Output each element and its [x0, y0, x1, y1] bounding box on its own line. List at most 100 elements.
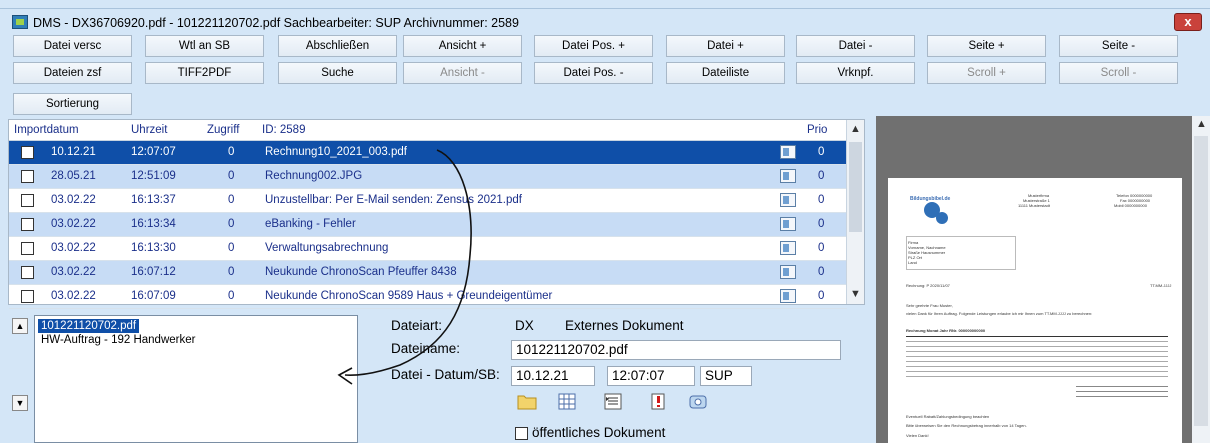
toolbar-button-scroll[interactable]: Scroll + — [927, 62, 1046, 84]
toolbar-button-datei-pos[interactable]: Datei Pos. + — [534, 35, 653, 57]
header-id[interactable]: ID: 2589 — [262, 124, 305, 136]
scroll-thumb[interactable] — [849, 142, 862, 232]
document-type-icon[interactable] — [780, 241, 796, 255]
cell-name: Rechnung10_2021_003.pdf — [265, 146, 407, 158]
toolbar-button-ansicht[interactable]: Ansicht - — [403, 62, 522, 84]
toolbar-button-datei[interactable]: Datei - — [796, 35, 915, 57]
cell-prio: 0 — [818, 218, 825, 230]
preview-date: TT.MM.JJJJ — [1150, 283, 1172, 288]
preview-table-line — [906, 366, 1168, 367]
preview-total-line — [1076, 396, 1168, 397]
file-listbox[interactable]: 101221120702.pdf HW-Auftrag - 192 Handwe… — [34, 315, 358, 443]
cell-prio: 0 — [818, 194, 825, 206]
row-checkbox[interactable] — [21, 266, 34, 279]
header-prio[interactable]: Prio — [807, 124, 827, 136]
toolbar-button-vrknpf[interactable]: Vrknpf. — [796, 62, 915, 84]
toolbar-button-abschließen[interactable]: Abschließen — [278, 35, 397, 57]
toolbar-button-datei-versc[interactable]: Datei versc — [13, 35, 132, 57]
dateiart-label: Dateiart: — [391, 318, 443, 333]
document-type-icon[interactable] — [780, 217, 796, 231]
dateiart-text: Externes Dokument — [565, 318, 684, 333]
cell-access: 0 — [228, 242, 235, 254]
cell-time: 16:13:34 — [131, 218, 176, 230]
toolbar-button-dateien-zsf[interactable]: Dateien zsf — [13, 62, 132, 84]
list-item[interactable]: HW-Auftrag - 192 Handwerker — [41, 334, 195, 346]
move-up-icon[interactable]: ▲ — [12, 318, 28, 334]
preview-scrollbar[interactable]: ▲ — [1192, 116, 1210, 443]
header-uhrzeit[interactable]: Uhrzeit — [131, 124, 167, 136]
cell-name: Verwaltungsabrechnung — [265, 242, 389, 254]
row-checkbox[interactable] — [21, 146, 34, 159]
preview-section: Rechnung Monat Jahr RNr. 000000000000 — [906, 328, 986, 333]
row-checkbox[interactable] — [21, 242, 34, 255]
toolbar-button-sortierung[interactable]: Sortierung — [13, 93, 132, 115]
dateiname-field[interactable]: 101221120702.pdf — [511, 340, 841, 360]
document-type-icon[interactable] — [780, 265, 796, 279]
toolbar-button-scroll[interactable]: Scroll - — [1059, 62, 1178, 84]
header-zugriff[interactable]: Zugriff — [207, 124, 239, 136]
document-type-icon[interactable] — [780, 193, 796, 207]
move-down-icon[interactable]: ▼ — [12, 395, 28, 411]
preview-scroll-up-icon[interactable]: ▲ — [1196, 118, 1207, 130]
sb-field[interactable]: SUP — [700, 366, 752, 386]
filelist-selected-item[interactable]: 101221120702.pdf — [38, 319, 140, 333]
window-title: DMS - DX36706920.pdf - 101221120702.pdf … — [33, 16, 519, 30]
cell-name: Unzustellbar: Per E-Mail senden: Zensus … — [265, 194, 522, 206]
cell-prio: 0 — [818, 146, 825, 158]
preview-table-line — [906, 376, 1168, 377]
row-checkbox[interactable] — [21, 170, 34, 183]
zeit-field[interactable]: 12:07:07 — [607, 366, 695, 386]
row-checkbox[interactable] — [21, 218, 34, 231]
cell-date: 03.02.22 — [51, 194, 96, 206]
header-importdatum[interactable]: Importdatum — [14, 124, 79, 136]
row-checkbox[interactable] — [21, 194, 34, 207]
document-type-icon[interactable] — [780, 289, 796, 303]
filelist-arrows: ▲ ▼ — [8, 315, 32, 443]
table-row[interactable]: 28.05.21 12:51:09 0 Rechnung002.JPG 0 — [9, 165, 847, 189]
preview-closing3: Vielen Dank! — [906, 433, 929, 438]
dateiart-code: DX — [515, 318, 534, 333]
table-row[interactable]: 03.02.22 16:13:30 0 Verwaltungsabrechnung 0 — [9, 237, 847, 261]
public-checkbox[interactable] — [515, 427, 528, 440]
preview-scroll-thumb[interactable] — [1194, 136, 1208, 426]
toolbar-button-dateiliste[interactable]: Dateiliste — [666, 62, 785, 84]
public-label: öffentliches Dokument — [532, 425, 666, 440]
alert-icon[interactable] — [648, 393, 668, 410]
table-row[interactable]: 03.02.22 16:07:12 0 Neukunde ChronoScan Pfe… — [9, 261, 847, 285]
table-row[interactable]: 03.02.22 16:07:09 0 Neukunde ChronoScan 958… — [9, 285, 847, 309]
grid-icon[interactable] — [557, 393, 577, 410]
preview-table-line — [906, 346, 1168, 347]
document-type-icon[interactable] — [780, 169, 796, 183]
cell-time: 16:07:09 — [131, 290, 176, 302]
toolbar-button-wtl-an-sb[interactable]: Wtl an SB — [145, 35, 264, 57]
scroll-down-icon[interactable]: ▼ — [850, 288, 861, 300]
table-row[interactable]: 03.02.22 16:13:34 0 eBanking - Fehler 0 — [9, 213, 847, 237]
close-button[interactable]: x — [1174, 13, 1202, 31]
datum-field[interactable]: 10.12.21 — [511, 366, 595, 386]
list-rows: 10.12.21 12:07:07 0 Rechnung10_2021_003.pdf… — [9, 141, 847, 309]
toolbar-button-suche[interactable]: Suche — [278, 62, 397, 84]
document-type-icon[interactable] — [780, 145, 796, 159]
folder-icon[interactable] — [517, 393, 537, 410]
dateiname-label: Dateiname: — [391, 341, 461, 356]
list-scrollbar[interactable]: ▲ ▼ — [846, 120, 864, 304]
app-icon — [12, 15, 28, 29]
preview-closing2: Bitte überweisen Sie den Rechnungsbetrag… — [906, 423, 1027, 428]
cell-access: 0 — [228, 266, 235, 278]
toolbar-button-datei-pos[interactable]: Datei Pos. - — [534, 62, 653, 84]
row-checkbox[interactable] — [21, 290, 34, 303]
cell-date: 03.02.22 — [51, 266, 96, 278]
cell-time: 16:07:12 — [131, 266, 176, 278]
list-icon[interactable] — [603, 393, 623, 410]
toolbar-button-seite[interactable]: Seite - — [1059, 35, 1178, 57]
toolbar-button-tiff2pdf[interactable]: TIFF2PDF — [145, 62, 264, 84]
table-row[interactable]: 10.12.21 12:07:07 0 Rechnung10_2021_003.pdf… — [9, 141, 847, 165]
preview-table-line — [906, 371, 1168, 372]
scan-icon[interactable] — [688, 393, 708, 410]
toolbar-button-seite[interactable]: Seite + — [927, 35, 1046, 57]
toolbar-button-datei[interactable]: Datei + — [666, 35, 785, 57]
preview-closing1: Eventuell Rabatt/Zahlungsbedingung beach… — [906, 414, 990, 419]
scroll-up-icon[interactable]: ▲ — [850, 123, 861, 135]
toolbar-button-ansicht[interactable]: Ansicht + — [403, 35, 522, 57]
table-row[interactable]: 03.02.22 16:13:37 0 Unzustellbar: Per E-Mai… — [9, 189, 847, 213]
